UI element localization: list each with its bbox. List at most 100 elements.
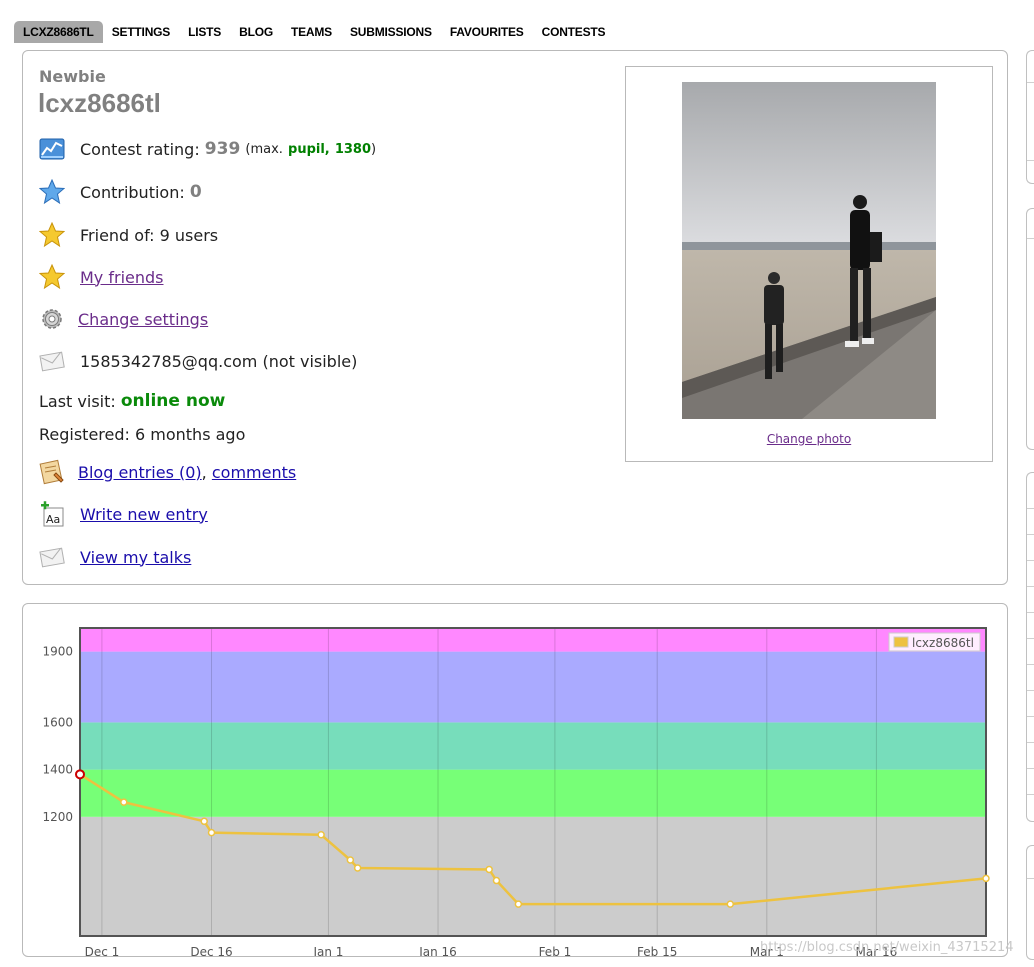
sidebar-box-fragment [1026,50,1034,184]
last-visit-value: online now [120,391,226,411]
sidebar-divider [1027,82,1034,83]
rating-point [485,865,493,874]
sidebar-divider [1027,238,1034,239]
nav-tab-favourites[interactable]: FAVOURITES [441,21,533,43]
email-text: 1585342785@qq.com (not visible) [80,351,358,371]
change-settings-link[interactable]: Change settings [78,310,208,329]
rating-point [120,798,128,806]
x-tick-label: Jan 1 [312,945,343,956]
gold-star-icon [38,221,66,248]
friend-of-row: Friend of: 9 users [38,221,218,248]
x-tick-label: Feb 15 [637,945,677,956]
profile-info-box: Newbie lcxz8686tl Contest rating: 939 (m… [22,50,1008,585]
last-visit-row: Last visit: online now [39,391,225,411]
sidebar-divider [1027,560,1034,561]
rating-chart-box: Dec 1 Dec 16 Jan 1 Jan 16 Feb 1 Feb 15 Mar 1 Ma… [22,603,1008,959]
comments-link[interactable]: comments [212,463,296,482]
email-row: 1585342785@qq.com (not visible) [39,348,357,374]
nav-tab-lcxz8686tl[interactable]: LCXZ8686TL [14,21,103,43]
sidebar-divider [1027,794,1034,795]
rating-point [346,856,355,864]
rating-point [514,900,523,908]
rating-band [80,651,986,723]
x-tick-label: Dec 16 [190,945,232,956]
max-rating-value: 1380 [334,141,372,157]
sidebar-divider [1027,638,1034,639]
nav-tab-contests[interactable]: CONTESTS [533,21,615,43]
sidebar-divider [1027,508,1034,509]
sidebar-divider [1027,878,1034,879]
gear-icon [39,306,65,332]
x-tick-label: Jan 16 [418,945,457,956]
contest-rating-value: 939 [204,139,241,159]
sidebar-box-fragment [1026,208,1034,450]
sidebar-divider [1027,160,1034,161]
svg-text:Aa: Aa [46,513,60,526]
sidebar-divider [1027,742,1034,743]
rating-band [80,816,986,936]
legend-label: lcxz8686tl [912,636,974,650]
blog-entries-row: Blog entries (0) , comments [39,459,296,485]
rating-band [80,769,986,817]
my-friends-link[interactable]: My friends [80,268,164,287]
rating-chart-icon [39,136,65,162]
change-photo-link[interactable]: Change photo [767,432,851,446]
contribution-label: Contribution: [80,182,185,202]
sidebar-divider [1027,664,1034,665]
view-my-talks-link[interactable]: View my talks [80,548,191,567]
max-rating-close: ) [371,141,377,157]
nav-tab-settings[interactable]: SETTINGS [103,21,179,43]
y-tick-label: 1200 [42,810,73,824]
user-photo-box: Change photo [625,66,993,462]
max-rating-open: (max. [245,141,283,157]
rating-band [80,722,986,770]
contribution-row: Contribution: 0 [38,178,202,205]
envelope-icon [39,348,65,374]
watermark-text: https://blog.csdn.net/weixin_43715214 [760,940,1014,955]
nav-tab-submissions[interactable]: SUBMISSIONS [341,21,441,43]
contest-rating-row: Contest rating: 939 (max. pupil, 1380 ) [39,136,376,162]
write-new-entry-link[interactable]: Write new entry [80,505,208,524]
y-tick-label: 1600 [42,715,73,729]
max-rank: pupil, [288,141,330,157]
sidebar-divider [1027,716,1034,717]
y-tick-label: 1400 [42,763,73,777]
sidebar-box-fragment [1026,845,1034,960]
rating-point [200,817,208,826]
sidebar-divider [1027,612,1034,613]
view-talks-row: View my talks [39,544,191,570]
sidebar-divider [1027,690,1034,691]
blue-star-icon [38,178,66,205]
rating-point [726,900,735,908]
registered-row: Registered: 6 months ago [39,425,245,444]
nav-tab-blog[interactable]: BLOG [230,21,282,43]
nav-tab-lists[interactable]: LISTS [179,21,230,43]
y-tick-label: 1900 [42,645,73,659]
envelope-icon [39,544,65,570]
gold-star-icon [38,263,66,290]
rating-point [207,828,216,837]
change-photo-container: Change photo [626,432,992,446]
blog-comma: , [201,462,207,482]
sidebar-box-fragment [1026,472,1034,822]
write-entry-icon: Aa [39,501,65,527]
sidebar-divider [1027,768,1034,769]
user-rank: Newbie [39,67,106,86]
contest-rating-label: Contest rating: [80,139,200,159]
x-tick-label: Feb 1 [539,945,572,956]
registered-text: Registered: 6 months ago [39,425,246,444]
x-tick-label: Dec 1 [85,945,120,956]
nav-tab-teams[interactable]: TEAMS [282,21,341,43]
blog-entries-link[interactable]: Blog entries (0) [78,463,202,482]
contribution-value: 0 [189,182,202,202]
blog-icon [39,459,65,485]
rating-point [492,876,501,885]
rating-point [353,864,362,872]
user-photo [682,82,936,419]
write-entry-row: Aa Write new entry [39,501,208,527]
last-visit-label: Last visit: [39,391,116,411]
rating-chart: Dec 1 Dec 16 Jan 1 Jan 16 Feb 1 Feb 15 Mar 1 Ma… [42,627,990,959]
rating-point [75,769,85,780]
change-settings-row: Change settings [39,306,208,332]
profile-nav: LCXZ8686TL SETTINGS LISTS BLOG TEAMS SUBMISSI… [14,21,614,43]
